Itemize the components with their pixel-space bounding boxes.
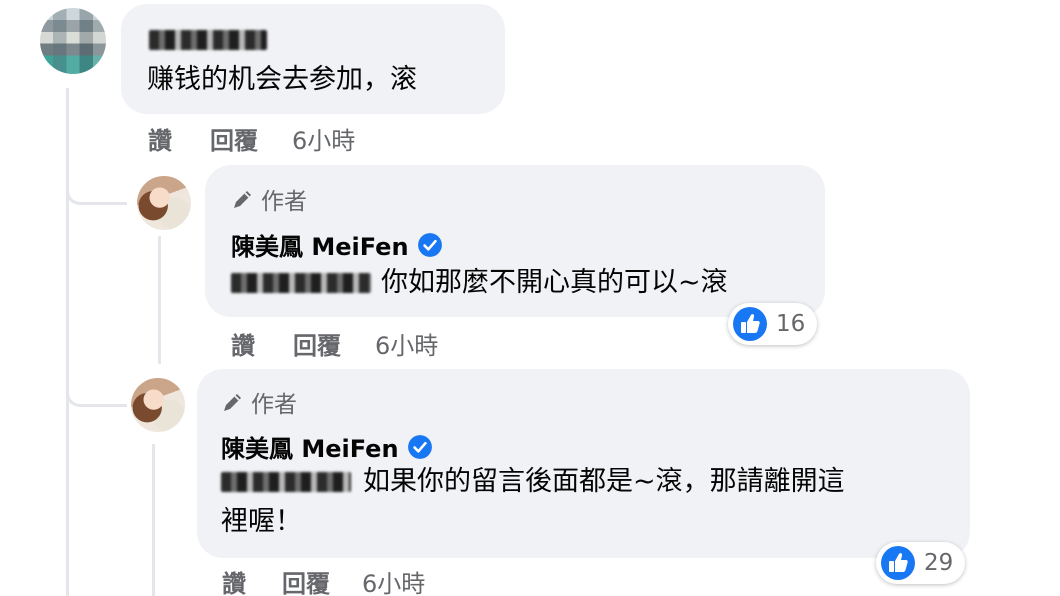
comment-text: 赚钱的机会去参加，滚 <box>147 64 417 95</box>
author-name[interactable]: 陳美鳳 MeiFen <box>221 429 399 464</box>
thread-line-reply-1 <box>158 236 161 364</box>
author-name-row: 陳美鳳 MeiFen <box>231 227 443 262</box>
verified-badge-icon <box>407 434 432 459</box>
reply-text-line-1: 如果你的留言後面都是~滾，那請離開這 <box>363 466 845 497</box>
timestamp[interactable]: 6小時 <box>362 564 425 596</box>
avatar-author[interactable] <box>137 176 191 230</box>
avatar-author[interactable] <box>131 378 185 432</box>
timestamp[interactable]: 6小時 <box>292 121 355 156</box>
reply-actions: 讚 回覆 6小時 <box>231 326 438 361</box>
timestamp[interactable]: 6小時 <box>375 326 438 361</box>
author-badge-label: 作者 <box>251 392 297 418</box>
thread-line-main <box>66 88 69 596</box>
reply-bubble: 作者 陳美鳳 MeiFen 如果你的留言後面都是~滾，那請離開這 裡喔！ <box>197 369 970 558</box>
reply-link[interactable]: 回覆 <box>210 121 258 156</box>
reply-text-line-2: 裡喔！ <box>221 506 302 537</box>
like-thumb-icon <box>881 546 915 580</box>
like-link[interactable]: 讚 <box>148 121 172 156</box>
reaction-count: 16 <box>776 311 806 337</box>
pen-icon <box>234 191 251 208</box>
author-name[interactable]: 陳美鳳 MeiFen <box>231 227 409 262</box>
author-badge: 作者 <box>231 182 307 216</box>
avatar-commenter[interactable] <box>40 8 106 74</box>
reply-text-row: 你如那麼不開心真的可以~滾 <box>231 263 728 303</box>
like-thumb-icon <box>733 307 767 341</box>
author-name-row: 陳美鳳 MeiFen <box>221 429 433 464</box>
author-badge-label: 作者 <box>261 189 307 215</box>
pen-icon <box>224 394 241 411</box>
verified-badge-icon <box>417 232 442 257</box>
reply-link[interactable]: 回覆 <box>293 326 341 361</box>
thread-connector-reply-1 <box>66 170 127 205</box>
reply-actions: 讚 回覆 6小時 <box>222 564 425 596</box>
reply-bubble: 作者 陳美鳳 MeiFen 你如那麼不開心真的可以~滾 <box>205 165 825 317</box>
like-link[interactable]: 讚 <box>222 564 246 596</box>
reply-link[interactable]: 回覆 <box>282 564 330 596</box>
reaction-count: 29 <box>924 550 954 576</box>
like-link[interactable]: 讚 <box>231 326 255 361</box>
thread-connector-reply-2 <box>66 370 127 407</box>
reaction-summary[interactable]: 29 <box>876 542 966 584</box>
comment-actions: 讚 回覆 6小時 <box>148 121 355 156</box>
mentioned-name-redacted[interactable] <box>231 273 371 293</box>
reply-text-row: 如果你的留言後面都是~滾，那請離開這 <box>221 462 845 502</box>
author-name-redacted[interactable] <box>149 30 267 50</box>
comment-bubble: 赚钱的机会去参加，滚 <box>121 4 505 114</box>
mentioned-name-redacted[interactable] <box>221 472 351 492</box>
author-badge: 作者 <box>221 385 297 419</box>
reaction-summary[interactable]: 16 <box>728 303 818 345</box>
thread-line-reply-2 <box>152 444 155 596</box>
reply-text: 你如那麼不開心真的可以~滾 <box>381 267 728 298</box>
comment-thread: 赚钱的机会去参加，滚 讚 回覆 6小時 作者 陳美鳳 MeiFen 你如那麼不開… <box>0 0 1060 596</box>
